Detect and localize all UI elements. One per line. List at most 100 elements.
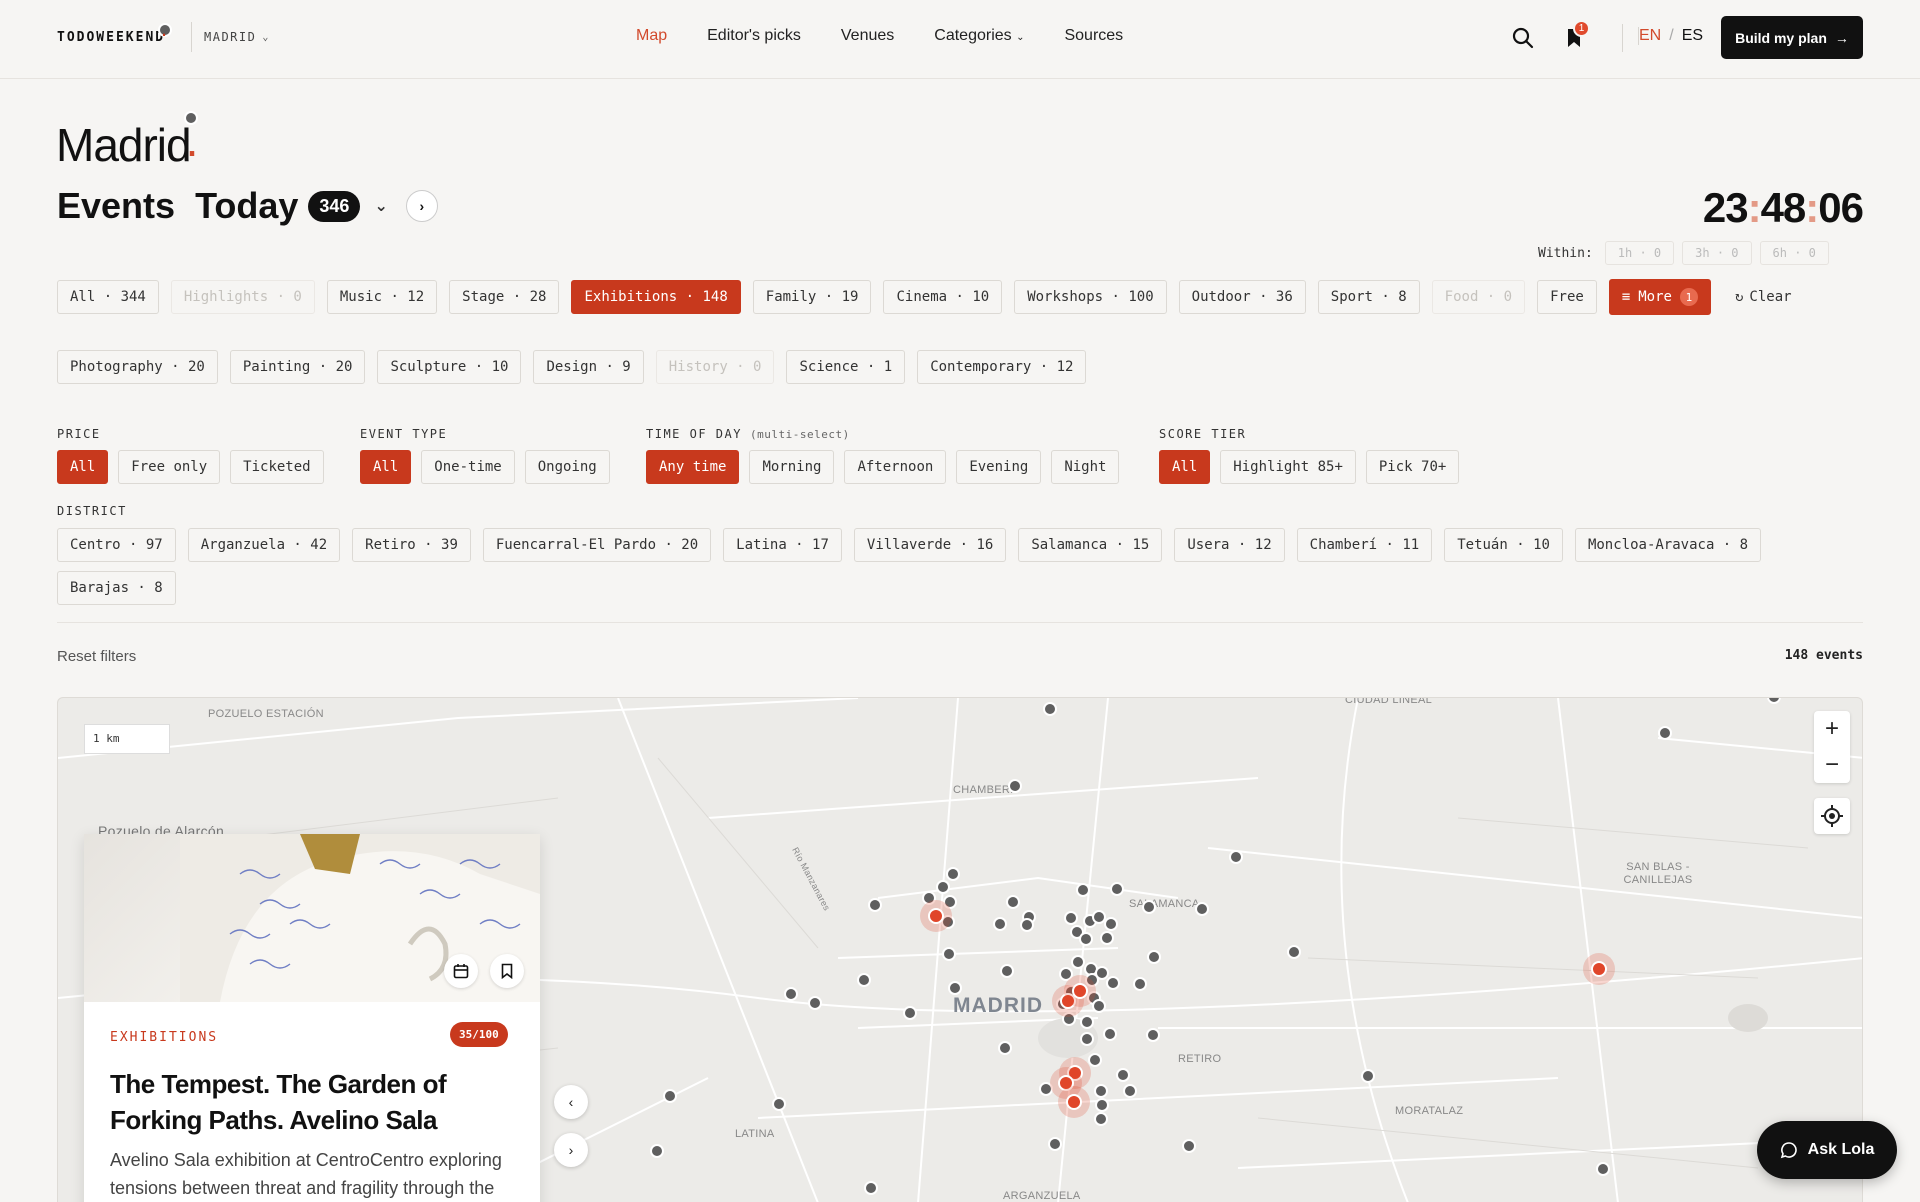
event-marker[interactable]	[1110, 882, 1124, 896]
next-day-button[interactable]: ›	[405, 190, 438, 222]
chip-highlights[interactable]: Highlights · 0	[170, 280, 315, 314]
event-title[interactable]: The Tempest. The Garden of Forking Paths…	[110, 1066, 520, 1138]
event-marker[interactable]	[993, 917, 1007, 931]
event-marker[interactable]	[1104, 917, 1118, 931]
ask-lola-button[interactable]: Ask Lola	[1757, 1121, 1897, 1179]
more-filters-button[interactable]: ≡ More 1	[1608, 279, 1711, 315]
add-to-calendar-button[interactable]	[444, 954, 478, 988]
district-moncloa[interactable]: Moncloa-Aravaca · 8	[1574, 528, 1762, 562]
lang-en[interactable]: EN	[1639, 27, 1661, 45]
event-marker[interactable]	[1142, 900, 1156, 914]
time-evening[interactable]: Evening	[956, 450, 1042, 484]
event-marker[interactable]	[1080, 1015, 1094, 1029]
event-marker[interactable]	[1287, 945, 1301, 959]
price-all[interactable]: All	[57, 450, 109, 484]
district-centro[interactable]: Centro · 97	[57, 528, 176, 562]
event-card[interactable]: EXHIBITIONS 35/100 The Tempest. The Gard…	[84, 834, 540, 1202]
nav-venues[interactable]: Venues	[841, 27, 894, 45]
chip-all[interactable]: All · 344	[57, 280, 159, 314]
nav-map[interactable]: Map	[636, 27, 667, 45]
event-marker[interactable]	[864, 1181, 878, 1195]
event-marker[interactable]	[936, 880, 950, 894]
event-marker[interactable]	[1079, 932, 1093, 946]
event-marker[interactable]	[943, 895, 957, 909]
chip-exhibitions[interactable]: Exhibitions · 148	[571, 280, 741, 314]
next-event-button[interactable]: ›	[554, 1133, 588, 1167]
chevron-down-icon[interactable]: ⌄	[374, 196, 387, 216]
clear-button[interactable]: ↻ Clear	[1723, 281, 1804, 313]
event-marker[interactable]	[1092, 999, 1106, 1013]
highlight-event-marker[interactable]	[1072, 983, 1088, 999]
event-marker[interactable]	[784, 987, 798, 1001]
chip-stage[interactable]: Stage · 28	[449, 280, 560, 314]
highlight-event-marker[interactable]	[928, 908, 944, 924]
event-marker[interactable]	[1062, 1012, 1076, 1026]
event-marker[interactable]	[1100, 931, 1114, 945]
event-marker[interactable]	[1043, 702, 1057, 716]
zoom-in-button[interactable]: +	[1814, 711, 1850, 747]
event-marker[interactable]	[922, 891, 936, 905]
event-marker[interactable]	[1195, 902, 1209, 916]
event-marker[interactable]	[1000, 964, 1014, 978]
chip-free[interactable]: Free	[1537, 280, 1597, 314]
nav-categories[interactable]: Categories ⌄	[934, 27, 1024, 45]
event-marker[interactable]	[942, 947, 956, 961]
chip-sculpture[interactable]: Sculpture · 10	[377, 350, 522, 384]
city-selector[interactable]: MADRID ⌄	[191, 22, 270, 52]
tier-all[interactable]: All	[1159, 450, 1211, 484]
event-marker[interactable]	[857, 973, 871, 987]
district-fuencarral[interactable]: Fuencarral-El Pardo · 20	[482, 528, 712, 562]
highlight-event-marker[interactable]	[1058, 1075, 1074, 1091]
time-any[interactable]: Any time	[646, 450, 740, 484]
event-marker[interactable]	[1076, 883, 1090, 897]
event-marker[interactable]	[808, 996, 822, 1010]
district-villaverde[interactable]: Villaverde · 16	[853, 528, 1007, 562]
event-marker[interactable]	[903, 1006, 917, 1020]
event-marker[interactable]	[1596, 1162, 1610, 1176]
event-marker[interactable]	[1064, 911, 1078, 925]
event-marker[interactable]	[1094, 1084, 1108, 1098]
district-arganzuela[interactable]: Arganzuela · 42	[187, 528, 341, 562]
event-marker[interactable]	[1095, 1098, 1109, 1112]
district-barajas[interactable]: Barajas · 8	[57, 571, 176, 605]
chip-cinema[interactable]: Cinema · 10	[883, 280, 1003, 314]
event-marker[interactable]	[772, 1097, 786, 1111]
zoom-out-button[interactable]: −	[1814, 747, 1850, 783]
events-map[interactable]: POZUELO ESTACIÓN Pozuelo de Alarcón CHAM…	[57, 697, 1863, 1202]
event-marker[interactable]	[1039, 1082, 1053, 1096]
within-6h[interactable]: 6h · 0	[1759, 241, 1829, 265]
event-marker[interactable]	[1059, 967, 1073, 981]
event-marker[interactable]	[946, 867, 960, 881]
event-marker[interactable]	[1116, 1068, 1130, 1082]
tier-highlight[interactable]: Highlight 85+	[1220, 450, 1356, 484]
type-all[interactable]: All	[360, 450, 412, 484]
time-morning[interactable]: Morning	[749, 450, 835, 484]
event-marker[interactable]	[663, 1089, 677, 1103]
time-night[interactable]: Night	[1051, 450, 1120, 484]
event-marker[interactable]	[1048, 1137, 1062, 1151]
chip-music[interactable]: Music · 12	[326, 280, 438, 314]
within-1h[interactable]: 1h · 0	[1604, 241, 1675, 265]
date-selector[interactable]: Today	[195, 185, 298, 227]
highlight-event-marker[interactable]	[1591, 961, 1607, 977]
type-ongoing[interactable]: Ongoing	[524, 450, 610, 484]
event-marker[interactable]	[1006, 895, 1020, 909]
event-marker[interactable]	[1008, 779, 1022, 793]
lang-es[interactable]: ES	[1682, 27, 1703, 45]
event-marker[interactable]	[1088, 1053, 1102, 1067]
within-3h[interactable]: 3h · 0	[1682, 241, 1752, 265]
event-marker[interactable]	[650, 1144, 664, 1158]
nav-editors-picks[interactable]: Editor's picks	[707, 27, 801, 45]
chip-food[interactable]: Food · 0	[1431, 280, 1526, 314]
brand-logo[interactable]: TODOWEEKEND.	[57, 23, 173, 45]
event-marker[interactable]	[868, 898, 882, 912]
chip-sport[interactable]: Sport · 8	[1317, 280, 1420, 314]
tier-pick[interactable]: Pick 70+	[1365, 450, 1460, 484]
event-marker[interactable]	[1133, 977, 1147, 991]
chip-family[interactable]: Family · 19	[752, 280, 872, 314]
build-my-plan-button[interactable]: Build my plan →	[1721, 16, 1863, 59]
chip-science[interactable]: Science · 1	[786, 350, 906, 384]
event-marker[interactable]	[1182, 1139, 1196, 1153]
event-marker[interactable]	[1020, 918, 1034, 932]
event-marker[interactable]	[1361, 1069, 1375, 1083]
